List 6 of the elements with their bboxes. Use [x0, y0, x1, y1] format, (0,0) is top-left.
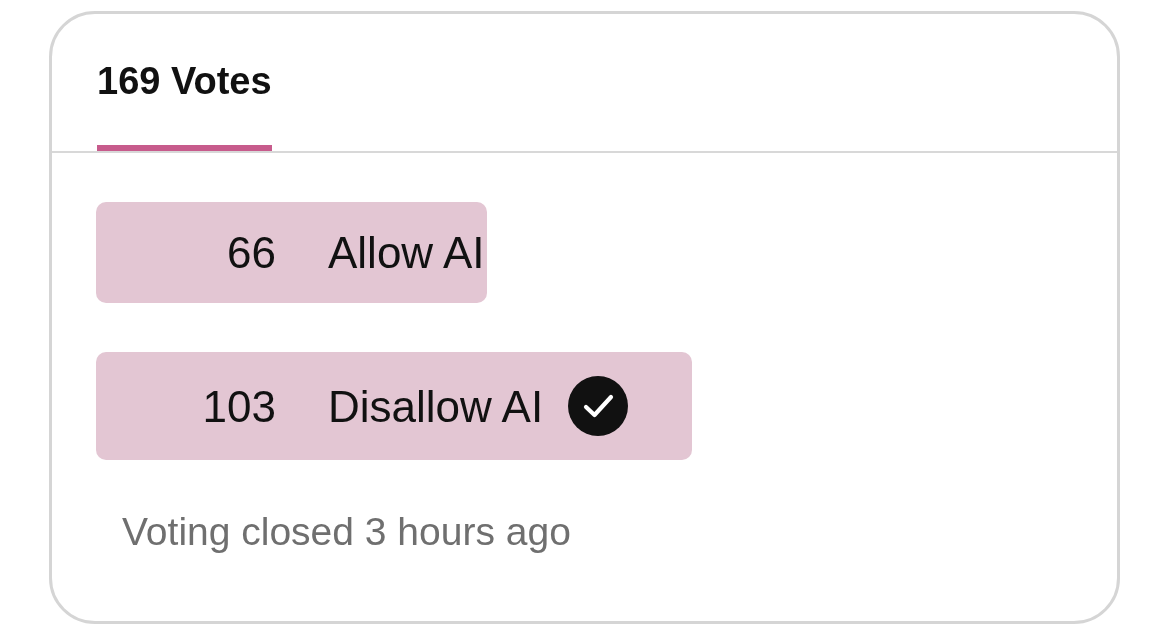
vote-count: 103	[202, 380, 276, 433]
voting-status-text: Voting closed 3 hours ago	[122, 510, 571, 554]
vote-count: 66	[227, 227, 276, 279]
option-label: Disallow AI	[328, 380, 544, 433]
votes-tab[interactable]: 169 Votes	[97, 14, 272, 151]
option-label: Allow AI	[328, 227, 485, 279]
